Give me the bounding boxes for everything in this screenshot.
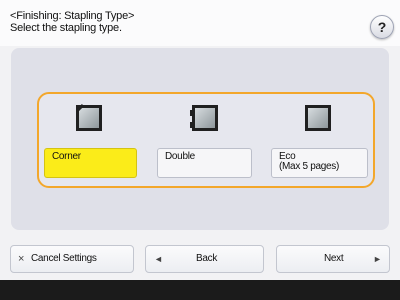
title-line-1: <Finishing: Stapling Type> (10, 10, 135, 22)
header-bar: <Finishing: Stapling Type> Select the st… (0, 0, 400, 46)
back-button[interactable]: ◄ Back (145, 245, 264, 273)
cancel-settings-button[interactable]: × Cancel Settings (10, 245, 134, 273)
title-line-2: Select the stapling type. (10, 22, 122, 34)
option-double-label: Double (165, 151, 195, 162)
arrow-left-icon: ◄ (154, 254, 163, 264)
cancel-settings-label: Cancel Settings (31, 253, 97, 264)
option-double-button[interactable]: Double (157, 148, 252, 178)
next-button[interactable]: Next ► (276, 245, 390, 273)
next-label: Next (324, 253, 344, 264)
option-corner-label: Corner (52, 151, 81, 162)
close-icon: × (18, 253, 25, 265)
back-label: Back (196, 253, 218, 264)
staple-double-icon[interactable] (190, 105, 218, 131)
page-title: <Finishing: Stapling Type> Select the st… (10, 10, 134, 34)
help-button[interactable]: ? (370, 15, 394, 39)
footer-bar (0, 280, 400, 300)
staple-corner-icon[interactable] (76, 103, 102, 131)
option-eco-button[interactable]: Eco (Max 5 pages) (271, 148, 368, 178)
option-eco-sublabel: (Max 5 pages) (279, 161, 340, 172)
staple-eco-icon[interactable] (305, 105, 331, 131)
arrow-right-icon: ► (373, 254, 382, 264)
option-corner-button[interactable]: Corner (44, 148, 137, 178)
